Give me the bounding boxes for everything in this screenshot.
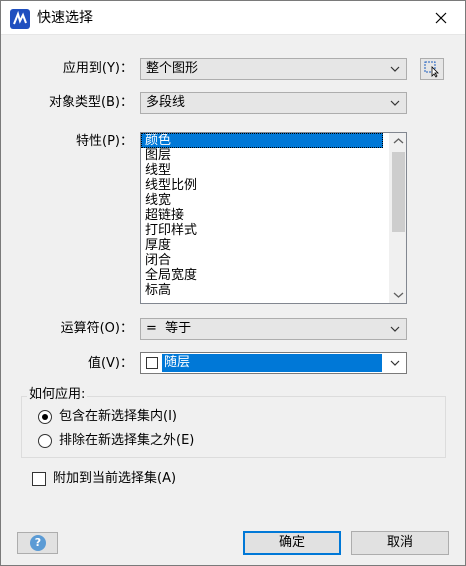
scroll-down-icon[interactable] bbox=[390, 286, 407, 303]
select-objects-icon bbox=[424, 61, 439, 78]
value-selected-text: 随层 bbox=[162, 354, 382, 372]
list-item[interactable]: 标高 bbox=[141, 283, 406, 298]
apply-to-value: 整个图形 bbox=[146, 61, 199, 76]
list-item-selected[interactable]: 颜色 bbox=[141, 133, 383, 148]
color-swatch bbox=[146, 357, 158, 369]
scroll-up-icon[interactable] bbox=[390, 133, 407, 150]
scroll-thumb[interactable] bbox=[392, 152, 405, 232]
chevron-down-icon bbox=[390, 326, 400, 332]
chevron-down-icon bbox=[390, 100, 400, 106]
properties-listbox[interactable]: 颜色 图层 线型 线型比例 线宽 超链接 打印样式 厚度 闭合 全局宽度 标高 bbox=[140, 132, 407, 304]
exclude-label[interactable]: 排除在新选择集之外(E) bbox=[59, 432, 194, 450]
apply-to-label: 应用到(Y)： bbox=[62, 61, 133, 76]
chevron-down-icon bbox=[390, 66, 400, 72]
operator-label: 运算符(O)： bbox=[60, 321, 133, 336]
title-bar: 快速选择 bbox=[1, 1, 465, 35]
list-item[interactable]: 线型 bbox=[141, 163, 406, 178]
close-icon bbox=[435, 12, 447, 24]
help-icon: ? bbox=[30, 535, 46, 551]
list-item[interactable]: 线宽 bbox=[141, 193, 406, 208]
chevron-down-icon bbox=[390, 360, 400, 366]
include-radio[interactable] bbox=[38, 410, 52, 424]
cancel-button[interactable]: 取消 bbox=[351, 531, 449, 555]
window-title: 快速选择 bbox=[37, 10, 93, 26]
value-dropdown[interactable]: 随层 bbox=[140, 352, 407, 374]
list-item[interactable]: 图层 bbox=[141, 148, 406, 163]
list-item[interactable]: 线型比例 bbox=[141, 178, 406, 193]
list-item[interactable]: 打印样式 bbox=[141, 223, 406, 238]
help-button[interactable]: ? bbox=[17, 532, 58, 554]
properties-label: 特性(P)： bbox=[76, 134, 133, 149]
include-label[interactable]: 包含在新选择集内(I) bbox=[59, 408, 177, 426]
value-label: 值(V)： bbox=[87, 356, 133, 371]
how-to-apply-title: 如何应用: bbox=[27, 386, 88, 404]
operator-dropdown[interactable]: = 等于 bbox=[140, 318, 407, 340]
quick-select-dialog: 快速选择 应用到(Y)： 整个图形 对象类型(B)： 多段线 特性(P)： 颜色… bbox=[0, 0, 466, 566]
list-item[interactable]: 超链接 bbox=[141, 208, 406, 223]
apply-to-dropdown[interactable]: 整个图形 bbox=[140, 58, 407, 80]
append-label[interactable]: 附加到当前选择集(A) bbox=[53, 470, 176, 488]
select-objects-button[interactable] bbox=[420, 58, 444, 80]
exclude-radio[interactable] bbox=[38, 434, 52, 448]
append-checkbox[interactable] bbox=[32, 472, 46, 486]
app-logo-icon bbox=[10, 9, 30, 29]
ok-button[interactable]: 确定 bbox=[243, 531, 341, 555]
object-type-value: 多段线 bbox=[146, 95, 186, 110]
object-type-label: 对象类型(B)： bbox=[48, 95, 133, 110]
list-item[interactable]: 全局宽度 bbox=[141, 268, 406, 283]
list-item[interactable]: 厚度 bbox=[141, 238, 406, 253]
operator-value: = 等于 bbox=[146, 321, 192, 336]
close-button[interactable] bbox=[425, 5, 457, 31]
list-item[interactable]: 闭合 bbox=[141, 253, 406, 268]
properties-scrollbar[interactable] bbox=[389, 133, 406, 303]
object-type-dropdown[interactable]: 多段线 bbox=[140, 92, 407, 114]
